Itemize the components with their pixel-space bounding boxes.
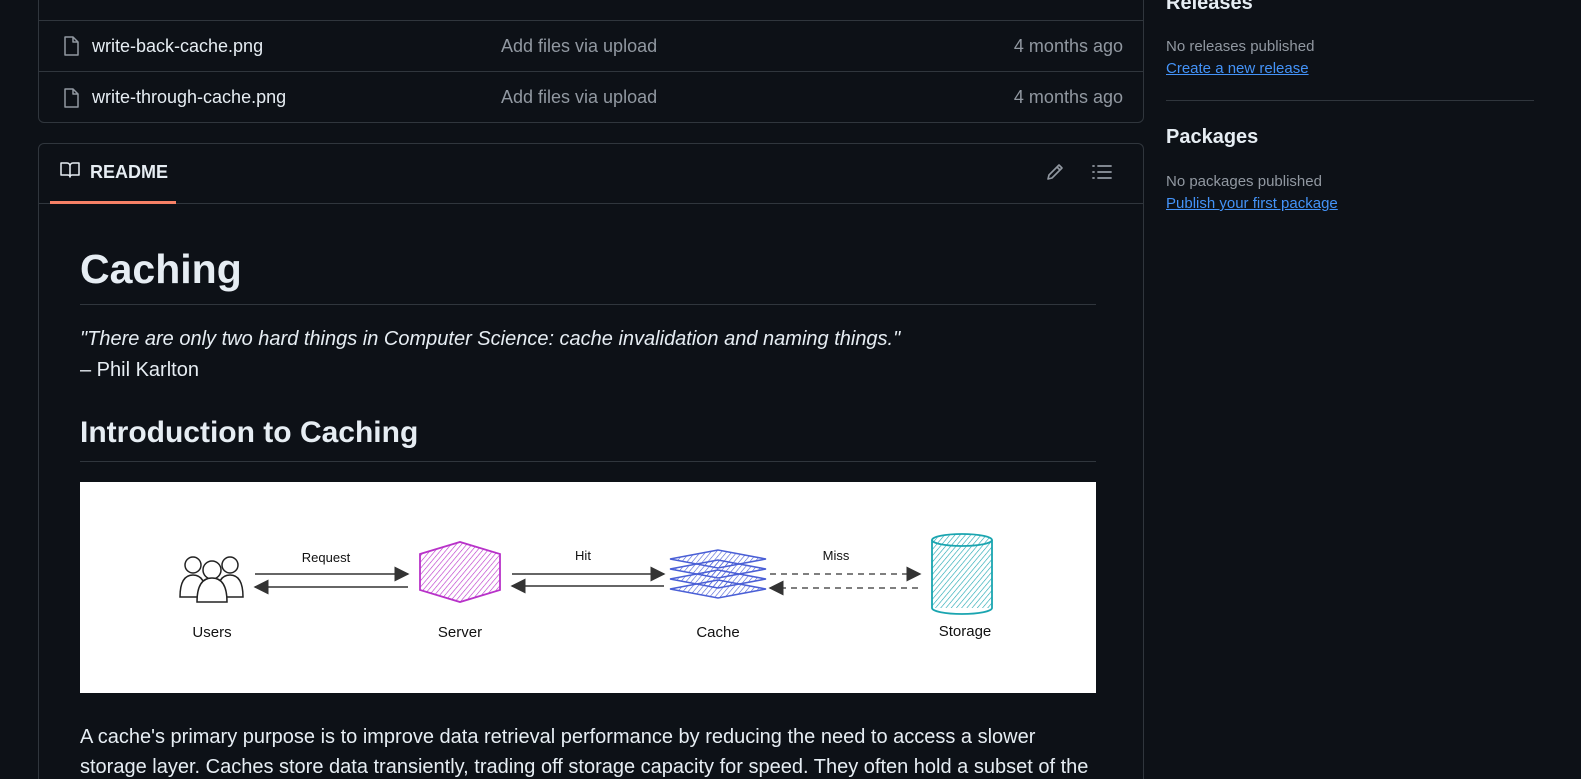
file-name[interactable]: write-back-cache.png bbox=[92, 36, 263, 57]
repo-page: write-back-cache.png Add files via uploa… bbox=[0, 0, 1581, 779]
cache-node bbox=[669, 549, 767, 599]
releases-empty-text: No releases published bbox=[1166, 38, 1315, 55]
list-icon bbox=[1092, 163, 1112, 186]
file-icon bbox=[63, 36, 79, 56]
book-icon bbox=[60, 161, 80, 184]
divider bbox=[1166, 100, 1534, 101]
pencil-icon bbox=[1045, 162, 1065, 187]
users-node bbox=[179, 556, 244, 603]
diagram-label-miss: Miss bbox=[823, 548, 850, 563]
file-row[interactable]: write-through-cache.png Add files via up… bbox=[39, 72, 1143, 123]
tab-readme[interactable]: README bbox=[50, 144, 176, 204]
readme-header: README bbox=[39, 144, 1143, 204]
diagram-label-cache: Cache bbox=[696, 624, 739, 641]
outline-button[interactable] bbox=[1090, 162, 1114, 186]
diagram-label-storage: Storage bbox=[939, 623, 992, 640]
readme-tab-label: README bbox=[90, 162, 169, 182]
file-row[interactable]: write-back-cache.png Add files via uploa… bbox=[39, 21, 1143, 72]
divider bbox=[80, 304, 1096, 305]
intro-paragraph: A cache's primary purpose is to improve … bbox=[80, 726, 1089, 778]
section-heading: Introduction to Caching bbox=[80, 416, 419, 449]
diagram-label-request: Request bbox=[302, 550, 351, 565]
commit-message[interactable]: Add files via upload bbox=[501, 36, 657, 57]
quote-text: "There are only two hard things in Compu… bbox=[80, 328, 901, 350]
commit-date: 4 months ago bbox=[1013, 87, 1123, 107]
create-release-link[interactable]: Create a new release bbox=[1166, 60, 1309, 77]
file-row[interactable] bbox=[39, 0, 1143, 21]
diagram-label-server: Server bbox=[438, 624, 482, 641]
publish-package-link[interactable]: Publish your first package bbox=[1166, 195, 1338, 212]
caching-diagram[interactable]: Users Request Server Hit Cache Miss Stor… bbox=[80, 482, 1096, 693]
file-icon bbox=[63, 87, 79, 108]
commit-date: 4 months ago bbox=[1013, 35, 1123, 56]
diagram-label-users: Users bbox=[192, 624, 231, 641]
releases-heading[interactable]: Releases bbox=[1166, 0, 1253, 15]
file-name[interactable]: write-through-cache.png bbox=[92, 87, 286, 108]
packages-heading[interactable]: Packages bbox=[1166, 126, 1258, 149]
edit-button[interactable] bbox=[1043, 162, 1067, 186]
divider bbox=[80, 461, 1096, 462]
packages-empty-text: No packages published bbox=[1166, 173, 1322, 190]
readme-panel: README Caching "There are only two hard … bbox=[38, 143, 1144, 779]
storage-node bbox=[931, 533, 993, 615]
commit-message[interactable]: Add files via upload bbox=[501, 87, 657, 108]
file-icon bbox=[63, 0, 79, 1]
quote-author: – Phil Karlton bbox=[80, 359, 199, 381]
diagram-label-hit: Hit bbox=[575, 548, 591, 563]
page-title: Caching bbox=[80, 246, 242, 292]
file-list: write-back-cache.png Add files via uploa… bbox=[38, 0, 1144, 123]
